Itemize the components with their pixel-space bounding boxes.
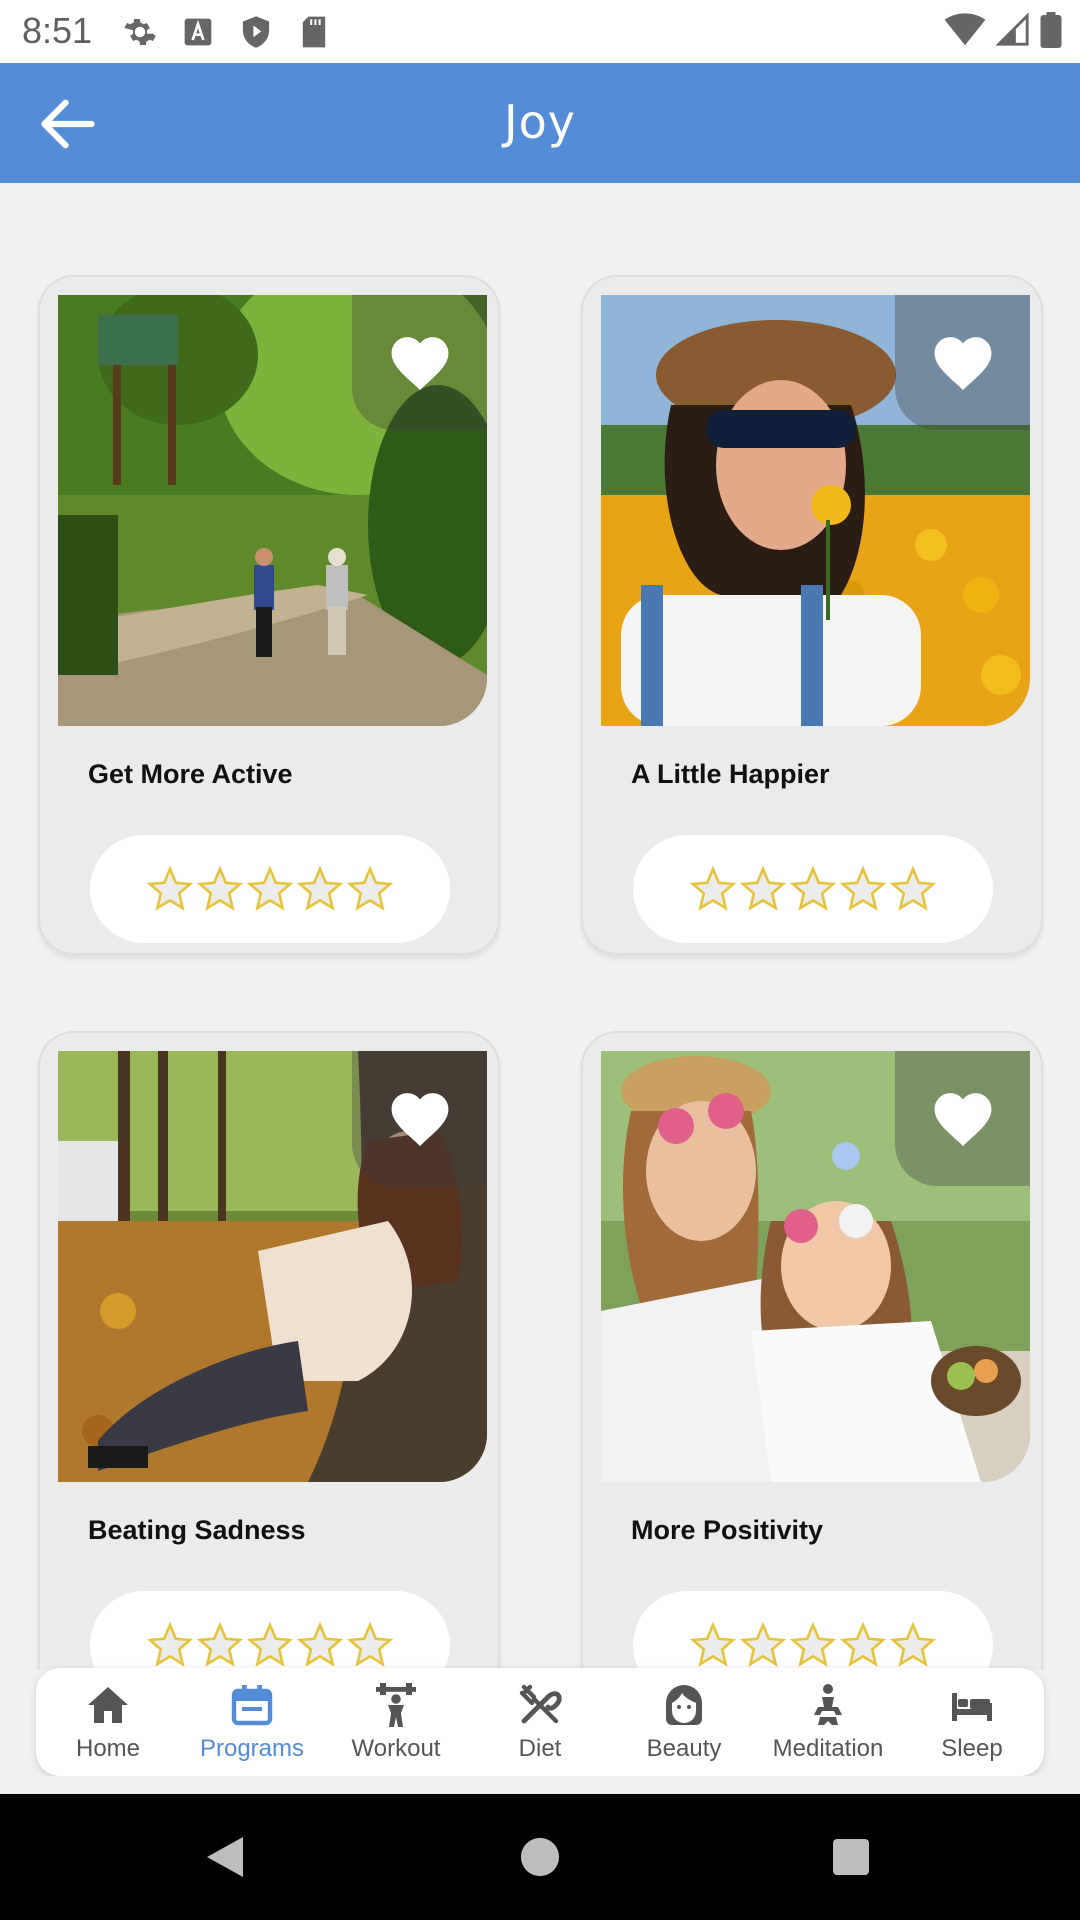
program-title: Get More Active <box>88 759 293 789</box>
nav-item-diet[interactable]: Diet <box>468 1668 612 1776</box>
cutlery-icon <box>519 1684 562 1724</box>
page-title: Joy <box>504 95 576 149</box>
nav-item-sleep[interactable]: Sleep <box>900 1668 1044 1776</box>
sd-card-icon <box>294 12 334 52</box>
star-outline-icon <box>889 1621 937 1667</box>
rating-bar[interactable] <box>633 1591 993 1670</box>
favorite-button[interactable] <box>352 1051 487 1186</box>
nav-item-workout[interactable]: Workout <box>324 1668 468 1776</box>
star-outline-icon <box>689 865 737 911</box>
favorite-button[interactable] <box>895 295 1030 430</box>
shield-play-icon <box>236 12 276 52</box>
system-nav-bar <box>0 1794 1080 1920</box>
square-recents-icon <box>833 1839 869 1875</box>
face-icon <box>666 1685 702 1725</box>
star-outline-icon <box>839 865 887 911</box>
rating-bar[interactable] <box>90 1591 450 1670</box>
system-home-button[interactable] <box>515 1832 565 1882</box>
dumbbell-icon <box>376 1683 416 1727</box>
bed-icon <box>952 1693 992 1721</box>
star-outline-icon <box>196 1621 244 1667</box>
cell-signal-icon <box>996 13 1029 46</box>
program-image <box>601 1051 1030 1482</box>
rating-bar[interactable] <box>90 835 450 943</box>
favorite-button[interactable] <box>895 1051 1030 1186</box>
star-outline-icon <box>246 865 294 911</box>
program-grid: Get More Active A Little Happier Beating… <box>0 183 1080 1670</box>
nav-item-meditation[interactable]: Meditation <box>756 1668 900 1776</box>
heart-icon <box>934 1092 991 1146</box>
star-rating <box>689 865 937 913</box>
nav-label: Workout <box>351 1735 441 1762</box>
bottom-nav: Home Programs Workout Diet Beauty Medita… <box>36 1668 1044 1776</box>
star-outline-icon <box>739 865 787 911</box>
system-back-button[interactable] <box>200 1832 250 1882</box>
star-outline-icon <box>839 1621 887 1667</box>
nav-item-programs[interactable]: Programs <box>180 1668 324 1776</box>
star-outline-icon <box>739 1621 787 1667</box>
nav-label: Diet <box>518 1735 562 1762</box>
heart-icon <box>391 336 448 390</box>
calendar-icon <box>231 1685 273 1726</box>
circle-home-icon <box>520 1837 560 1877</box>
favorite-button[interactable] <box>352 295 487 430</box>
program-card-beating-sadness[interactable]: Beating Sadness <box>38 1031 500 1670</box>
program-title: A Little Happier <box>631 759 830 789</box>
star-outline-icon <box>196 865 244 911</box>
nav-item-home[interactable]: Home <box>36 1668 180 1776</box>
star-outline-icon <box>789 1621 837 1667</box>
nav-label: Programs <box>199 1735 305 1762</box>
program-card-more-positivity[interactable]: More Positivity <box>581 1031 1043 1670</box>
star-rating <box>146 865 394 913</box>
settings-gear-icon <box>120 12 160 52</box>
nav-label: Sleep <box>941 1735 1003 1762</box>
program-image <box>601 295 1030 726</box>
heart-icon <box>934 336 991 390</box>
star-outline-icon <box>346 1621 394 1667</box>
system-recents-button[interactable] <box>826 1832 876 1882</box>
star-outline-icon <box>689 1621 737 1667</box>
status-notification-icons <box>120 12 334 52</box>
home-icon <box>88 1687 128 1723</box>
program-image <box>58 295 487 726</box>
program-title: Beating Sadness <box>88 1515 306 1545</box>
star-outline-icon <box>296 865 344 911</box>
status-bar: 8:51 <box>0 0 1080 63</box>
star-outline-icon <box>296 1621 344 1667</box>
program-image <box>58 1051 487 1482</box>
meditation-icon <box>814 1684 842 1725</box>
triangle-back-icon <box>207 1837 243 1877</box>
star-outline-icon <box>146 1621 194 1667</box>
nav-label: Beauty <box>646 1735 722 1762</box>
star-rating <box>146 1621 394 1669</box>
star-outline-icon <box>889 865 937 911</box>
nav-label: Meditation <box>772 1735 884 1762</box>
star-rating <box>689 1621 937 1669</box>
app-bar: Joy <box>0 63 1080 183</box>
wifi-icon <box>944 13 986 46</box>
program-card-a-little-happier[interactable]: A Little Happier <box>581 275 1043 955</box>
battery-icon <box>1040 12 1062 48</box>
nav-gap <box>0 1776 1080 1794</box>
status-system-icons <box>944 12 1062 48</box>
star-outline-icon <box>346 865 394 911</box>
program-card-get-more-active[interactable]: Get More Active <box>38 275 500 955</box>
program-title: More Positivity <box>631 1515 824 1545</box>
nav-label: Home <box>75 1735 141 1762</box>
star-outline-icon <box>246 1621 294 1667</box>
heart-icon <box>391 1092 448 1146</box>
status-time: 8:51 <box>22 10 93 51</box>
rating-bar[interactable] <box>633 835 993 943</box>
nav-item-beauty[interactable]: Beauty <box>612 1668 756 1776</box>
text-a-icon <box>178 12 218 52</box>
star-outline-icon <box>146 865 194 911</box>
star-outline-icon <box>789 865 837 911</box>
